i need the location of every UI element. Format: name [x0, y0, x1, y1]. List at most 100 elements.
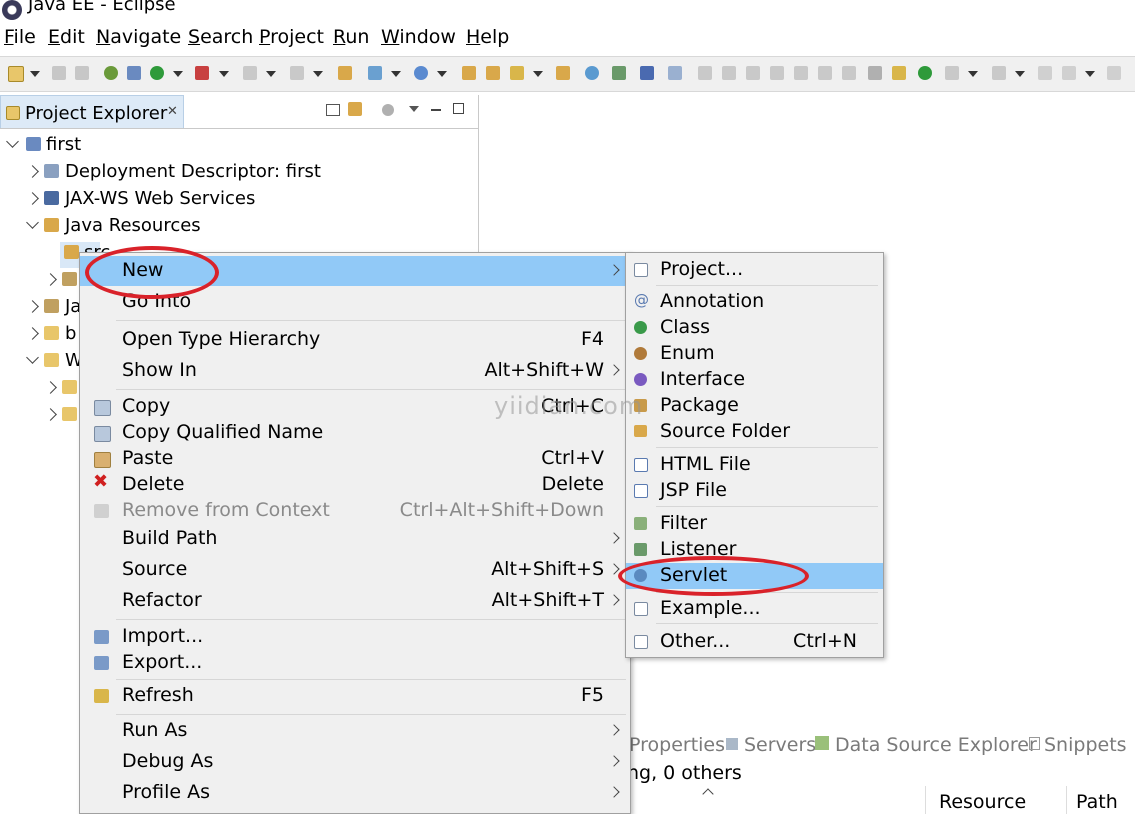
menu-help[interactable]: Help: [466, 26, 509, 48]
ctx-build-path[interactable]: Build Path: [80, 524, 630, 554]
main-toolbar: [0, 56, 1135, 92]
column-path[interactable]: Path: [1076, 791, 1118, 813]
step-into-icon[interactable]: [794, 66, 808, 80]
view-menu-icon[interactable]: [409, 106, 419, 112]
save-icon[interactable]: [52, 66, 66, 80]
connect-icon[interactable]: [290, 66, 304, 80]
ctx-open-type-hierarchy[interactable]: Open Type Hierarchy F4: [80, 325, 630, 355]
next-annotation-icon[interactable]: [945, 66, 959, 80]
sub-class[interactable]: Class: [626, 315, 883, 341]
chevron-down-icon[interactable]: [173, 71, 183, 77]
ctx-refactor[interactable]: Refactor Alt+Shift+T: [80, 586, 630, 616]
console-icon[interactable]: [640, 66, 654, 80]
ctx-profile-as[interactable]: Profile As: [80, 778, 630, 808]
open-type-icon[interactable]: [338, 66, 352, 80]
chevron-down-icon[interactable]: [968, 71, 978, 77]
project-explorer-tab[interactable]: Project Explorer ✕: [0, 95, 184, 129]
sub-project[interactable]: Project...: [626, 257, 883, 283]
menu-navigate[interactable]: Navigate: [96, 26, 181, 48]
back-arrow-icon[interactable]: [1062, 66, 1076, 80]
last-edit-icon[interactable]: [1038, 66, 1052, 80]
new-wizard-icon[interactable]: [8, 66, 24, 82]
step-over-icon[interactable]: [818, 66, 832, 80]
sub-interface[interactable]: Interface: [626, 367, 883, 393]
run-external-icon[interactable]: [195, 66, 209, 80]
tab-properties[interactable]: Properties: [629, 734, 725, 756]
terminate-icon[interactable]: [746, 66, 760, 80]
search-icon[interactable]: [612, 66, 626, 80]
toggle-mark-icon[interactable]: [668, 66, 682, 80]
filter-view-icon[interactable]: [382, 104, 394, 116]
chevron-down-icon[interactable]: [313, 71, 323, 77]
tab-divider: [0, 128, 478, 129]
annotation-nav-icon[interactable]: [892, 66, 906, 80]
ctx-export[interactable]: Export...: [80, 648, 630, 678]
chevron-down-icon[interactable]: [219, 71, 229, 77]
close-icon[interactable]: ✕: [167, 104, 178, 119]
run-icon[interactable]: [150, 66, 164, 80]
save-all-icon[interactable]: [75, 66, 89, 80]
collapse-all-icon[interactable]: [326, 104, 340, 116]
sub-example[interactable]: Example...: [626, 596, 883, 622]
open-folder-icon[interactable]: [462, 66, 476, 80]
menu-file[interactable]: File: [4, 26, 36, 48]
sub-enum[interactable]: Enum: [626, 341, 883, 367]
suspend-icon[interactable]: [722, 66, 736, 80]
ctx-show-in[interactable]: Show In Alt+Shift+W: [80, 356, 630, 386]
chevron-right-icon: [608, 786, 620, 798]
annotation-ring-servlet: [618, 556, 809, 596]
menu-window[interactable]: Window: [381, 26, 456, 48]
sub-html-file[interactable]: HTML File: [626, 452, 883, 478]
format-icon[interactable]: [868, 66, 882, 80]
skip-breakpoints-icon[interactable]: [127, 66, 141, 80]
new-submenu: Project... @ Annotation Class Enum Inter…: [625, 252, 884, 658]
resume-icon[interactable]: [698, 66, 712, 80]
maximize-icon[interactable]: [453, 103, 464, 114]
annotation-ring-new: [85, 246, 219, 299]
start-server-icon[interactable]: [918, 66, 932, 80]
chevron-down-icon[interactable]: [1085, 71, 1095, 77]
forward-arrow-icon[interactable]: [1107, 66, 1121, 80]
new-java-class-icon[interactable]: [414, 66, 428, 80]
sub-other[interactable]: Other... Ctrl+N: [626, 629, 883, 655]
chevron-down-icon[interactable]: [437, 71, 447, 77]
menu-search[interactable]: Search: [188, 26, 253, 48]
sub-annotation[interactable]: @ Annotation: [626, 289, 883, 315]
debug-icon[interactable]: [104, 66, 118, 80]
link-editor-icon[interactable]: [348, 102, 362, 116]
menu-separator: [656, 447, 878, 448]
ctx-refresh[interactable]: Refresh F5: [80, 681, 630, 711]
tab-servers[interactable]: Servers: [744, 734, 816, 756]
chevron-down-icon[interactable]: [266, 71, 276, 77]
sub-source-folder[interactable]: Source Folder: [626, 419, 883, 445]
chevron-up-icon[interactable]: [702, 788, 714, 800]
chevron-down-icon[interactable]: [30, 71, 40, 77]
ctx-run-as[interactable]: Run As: [80, 716, 630, 746]
ctx-debug-as[interactable]: Debug As: [80, 747, 630, 777]
column-resource[interactable]: Resource: [939, 791, 1026, 813]
menu-project[interactable]: Project: [259, 26, 324, 48]
sub-package[interactable]: Package: [626, 393, 883, 419]
open-task-icon[interactable]: [556, 66, 570, 80]
sub-filter[interactable]: Filter: [626, 511, 883, 537]
chevron-down-icon[interactable]: [533, 71, 543, 77]
export-icon: [94, 656, 109, 670]
chevron-down-icon[interactable]: [1015, 71, 1025, 77]
ctx-remove-from-context[interactable]: Remove from Context Ctrl+Alt+Shift+Down: [80, 496, 630, 526]
menu-edit[interactable]: Edit: [48, 26, 85, 48]
open-resource-icon[interactable]: [486, 66, 500, 80]
globe-icon[interactable]: [585, 66, 599, 80]
minimize-icon[interactable]: [431, 109, 441, 111]
new-server-icon[interactable]: [368, 66, 382, 80]
tab-snippets[interactable]: Snippets: [1044, 734, 1127, 756]
stop-icon[interactable]: [243, 66, 257, 80]
prev-annotation-icon[interactable]: [992, 66, 1006, 80]
disconnect-icon[interactable]: [770, 66, 784, 80]
menu-run[interactable]: Run: [333, 26, 369, 48]
sub-jsp-file[interactable]: JSP File: [626, 478, 883, 504]
ctx-source[interactable]: Source Alt+Shift+S: [80, 555, 630, 585]
tab-data-source-explorer[interactable]: Data Source Explorer: [835, 734, 1037, 756]
edit-icon[interactable]: [510, 66, 524, 80]
chevron-down-icon[interactable]: [391, 71, 401, 77]
step-return-icon[interactable]: [842, 66, 856, 80]
